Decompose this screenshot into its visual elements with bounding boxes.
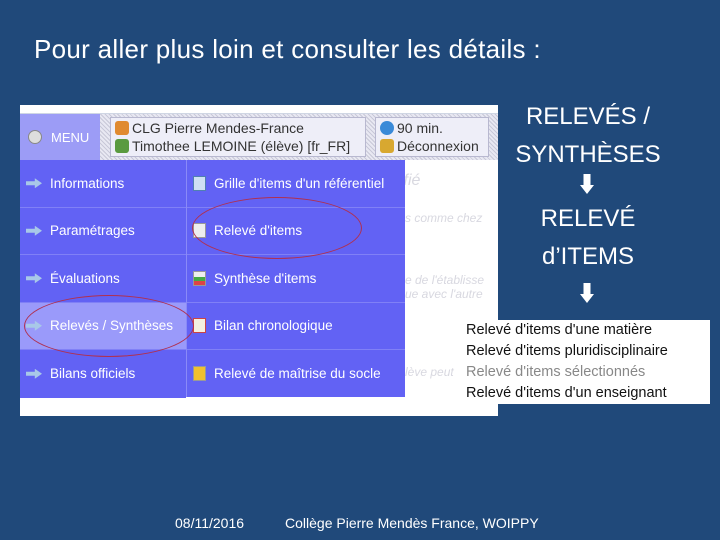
chart-icon	[193, 318, 206, 334]
label-syntheses: SYNTHÈSES	[515, 141, 661, 168]
submenu-item-socle[interactable]: Relevé de maîtrise du socle	[187, 350, 405, 398]
submenu: Grille d'items d'un référentiel Relevé d…	[186, 160, 405, 397]
menu-item-bilans-officiels[interactable]: Bilans officiels	[20, 350, 186, 398]
list-item[interactable]: Relevé d'items d'une matière	[466, 320, 706, 341]
list-item[interactable]: Relevé d'items sélectionnés	[466, 362, 706, 383]
logout-link[interactable]: Déconnexion	[380, 137, 484, 155]
arrow-right-icon	[26, 273, 42, 284]
list-item[interactable]: Relevé d'items d'un enseignant	[466, 383, 706, 404]
submenu-item-bilan[interactable]: Bilan chronologique	[187, 303, 405, 350]
clock-icon	[380, 121, 394, 135]
list-item[interactable]: Relevé d'items pluridisciplinaire	[466, 341, 706, 362]
arrow-right-icon	[26, 178, 42, 189]
home-icon	[115, 121, 129, 135]
label-releves: RELEVÉS /	[525, 103, 651, 130]
highlight-oval	[24, 295, 194, 357]
arrow-right-icon	[26, 225, 42, 236]
footer-date: 08/11/2016	[175, 515, 245, 531]
arrow-right-icon	[26, 368, 42, 379]
top-bar	[20, 105, 498, 114]
submenu-item-synthese[interactable]: Synthèse d'items	[187, 255, 405, 303]
grid-icon	[193, 175, 206, 191]
footer-school: Collège Pierre Mendès France, WOIPPY	[285, 515, 539, 531]
arrow-down-icon	[580, 283, 594, 303]
releve-list: Relevé d'items d'une matière Relevé d'it…	[462, 320, 710, 404]
lock-icon	[380, 139, 394, 153]
compass-icon	[28, 130, 42, 144]
user-info: CLG Pierre Mendes-France Timothee LEMOIN…	[110, 117, 366, 157]
menu-item-informations[interactable]: Informations	[20, 160, 186, 208]
arrow-down-icon	[580, 174, 594, 194]
menu-button[interactable]: MENU	[20, 114, 100, 160]
socle-icon	[193, 366, 206, 382]
label-items: d’ITEMS	[541, 243, 634, 270]
highlight-oval	[192, 197, 362, 259]
header: MENU CLG Pierre Mendes-France Timothee L…	[20, 114, 498, 160]
slide-title: Pour aller plus loin et consulter les dé…	[34, 34, 541, 64]
app-screenshot: ifié s comme chez e de l'établisse ue av…	[20, 105, 498, 416]
session-box: 90 min. Déconnexion	[375, 117, 489, 157]
label-releve: RELEVÉ	[540, 205, 636, 232]
user-icon	[115, 139, 129, 153]
menu-item-parametrages[interactable]: Paramétrages	[20, 208, 186, 255]
main-menu: Informations Paramétrages Évaluations Re…	[20, 160, 186, 398]
synthesis-icon	[193, 270, 206, 286]
